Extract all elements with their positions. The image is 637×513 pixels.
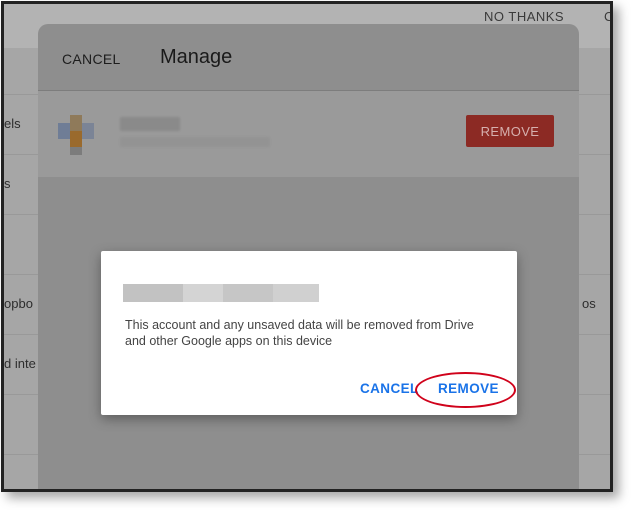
background-corner-text: C [604, 9, 613, 24]
background-list-item-text: d inte [4, 356, 36, 371]
account-email-redacted [120, 137, 270, 147]
background-list-item-text: opbo [4, 296, 33, 311]
dialog-title-redacted [123, 284, 319, 302]
dialog-remove-button[interactable]: REMOVE [438, 381, 499, 396]
remove-account-dialog: This account and any unsaved data will b… [101, 251, 517, 415]
background-list-item-text: s [4, 176, 11, 191]
manage-title: Manage [160, 46, 233, 68]
dialog-message: This account and any unsaved data will b… [125, 318, 474, 348]
manage-header: CANCEL Manage [38, 24, 579, 91]
background-no-thanks-button[interactable]: NO THANKS [484, 9, 564, 24]
background-list-item-text: els [4, 116, 21, 131]
background-list-item-text: os [582, 296, 596, 311]
account-name-redacted [120, 117, 180, 131]
manage-cancel-button[interactable]: CANCEL [62, 51, 121, 67]
account-avatar [58, 115, 94, 155]
screenshot-frame: NO THANKS C els s opbo d inte os CANCEL … [1, 1, 613, 492]
manage-remove-button[interactable]: REMOVE [466, 115, 554, 147]
dialog-cancel-button[interactable]: CANCEL [360, 381, 419, 396]
account-row: REMOVE [38, 91, 579, 177]
